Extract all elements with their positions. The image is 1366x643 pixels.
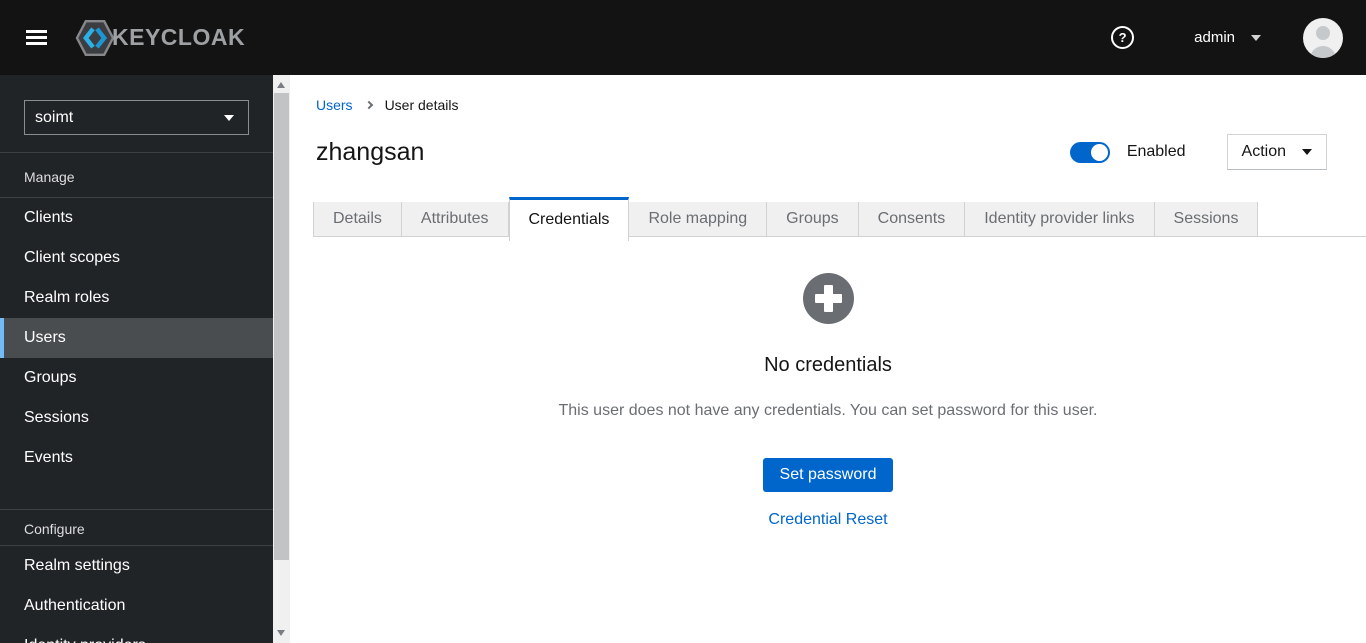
empty-state-title: No credentials <box>764 354 892 376</box>
breadcrumb-link-users[interactable]: Users <box>316 97 353 113</box>
tab-sessions[interactable]: Sessions <box>1154 202 1259 236</box>
sidebar-nav: soimt Manage Clients Client scopes Realm… <box>0 75 273 643</box>
keycloak-logo: KEYCLOAK <box>75 18 245 58</box>
tab-credentials[interactable]: Credentials <box>508 197 630 241</box>
credential-reset-link[interactable]: Credential Reset <box>290 511 1366 529</box>
sidebar-item-authentication[interactable]: Authentication <box>0 586 273 626</box>
chevron-down-icon <box>1302 149 1312 155</box>
tab-groups[interactable]: Groups <box>767 202 859 236</box>
masthead: KEYCLOAK ? admin <box>0 0 1366 75</box>
empty-state: No credentials This user does not have a… <box>290 273 1366 529</box>
sidebar-item-events[interactable]: Events <box>0 438 273 478</box>
breadcrumb-current: User details <box>384 97 459 113</box>
sidebar-item-client-scopes[interactable]: Client scopes <box>0 238 273 278</box>
scroll-up-icon[interactable] <box>277 82 285 88</box>
sidebar-item-identity-providers[interactable]: Identity providers <box>0 626 273 643</box>
tab-role-mapping[interactable]: Role mapping <box>629 202 768 236</box>
breadcrumb: Users User details <box>290 75 1366 113</box>
sidebar-item-sessions[interactable]: Sessions <box>0 398 273 438</box>
page-title: zhangsan <box>316 137 425 166</box>
chevron-down-icon[interactable] <box>1251 34 1261 41</box>
tab-consents[interactable]: Consents <box>858 202 966 236</box>
sidebar-item-groups[interactable]: Groups <box>0 358 273 398</box>
sidebar-scrollbar[interactable] <box>273 75 290 643</box>
sidebar-item-realm-roles[interactable]: Realm roles <box>0 278 273 318</box>
nav-section-manage: Manage <box>24 169 75 185</box>
set-password-button[interactable]: Set password <box>762 458 894 492</box>
realm-name: soimt <box>35 108 74 126</box>
help-icon[interactable]: ? <box>1111 26 1135 49</box>
brand-text: KEYCLOAK <box>112 24 246 50</box>
empty-state-description: This user does not have any credentials.… <box>558 402 1098 419</box>
scroll-down-icon[interactable] <box>277 630 285 636</box>
enabled-toggle[interactable] <box>1069 141 1110 163</box>
nav-section-configure: Configure <box>24 521 85 537</box>
keycloak-hexagon-icon <box>75 19 115 56</box>
hamburger-menu-icon[interactable] <box>26 30 47 45</box>
sidebar-item-clients[interactable]: Clients <box>0 198 273 238</box>
tab-attributes[interactable]: Attributes <box>401 202 509 236</box>
scrollbar-thumb[interactable] <box>274 93 289 560</box>
avatar[interactable] <box>1303 17 1343 58</box>
sidebar-item-realm-settings[interactable]: Realm settings <box>0 546 273 586</box>
tab-details[interactable]: Details <box>313 202 402 236</box>
realm-selector[interactable]: soimt <box>24 100 249 135</box>
main-content: Users User details zhangsan Enabled Acti… <box>290 75 1366 643</box>
action-dropdown[interactable]: Action <box>1226 134 1327 170</box>
chevron-down-icon <box>224 114 234 121</box>
action-dropdown-label: Action <box>1241 143 1286 160</box>
enabled-label: Enabled <box>1126 143 1186 160</box>
tab-bar: Details Attributes Credentials Role mapp… <box>313 197 1366 241</box>
chevron-right-icon <box>364 100 373 110</box>
username-menu[interactable]: admin <box>1194 29 1235 46</box>
tab-identity-provider-links[interactable]: Identity provider links <box>965 202 1155 236</box>
plus-circle-icon <box>802 273 854 324</box>
sidebar-item-users[interactable]: Users <box>0 318 273 358</box>
